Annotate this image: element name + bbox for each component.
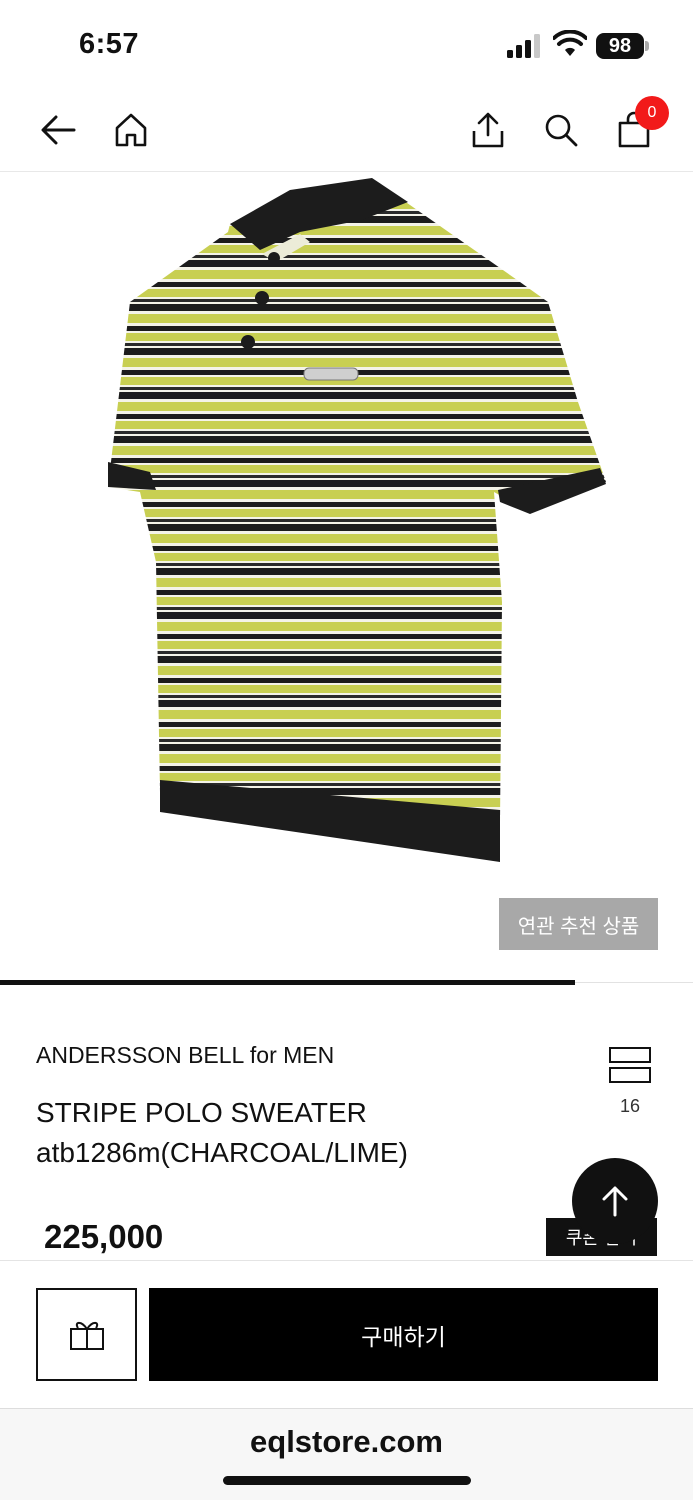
wifi-icon	[553, 30, 587, 56]
product-title: STRIPE POLO SWEATER atb1286m(CHARCOAL/LI…	[36, 1097, 408, 1168]
battery-level: 98	[608, 35, 632, 57]
home-button[interactable]	[107, 106, 155, 154]
share-icon	[472, 112, 504, 148]
buy-button[interactable]: 구매하기	[149, 1288, 658, 1381]
search-icon	[545, 114, 578, 147]
image-progress-fill	[0, 980, 575, 985]
view-toggle-button[interactable]	[604, 1046, 656, 1086]
layout-toggle-icon	[609, 1047, 651, 1083]
arrow-up-icon	[602, 1186, 628, 1217]
status-bar: 6:57 98	[0, 0, 693, 90]
signal-icon	[507, 34, 540, 58]
back-arrow-icon	[41, 115, 76, 145]
gift-button[interactable]	[36, 1288, 137, 1381]
product-photo	[108, 178, 606, 862]
brand-name[interactable]: ANDERSSON BELL for MEN	[36, 1042, 334, 1069]
battery-indicator: 98	[596, 33, 650, 59]
share-button[interactable]	[464, 106, 512, 154]
scroll-to-top-button[interactable]	[572, 1158, 658, 1244]
view-count: 16	[619, 1096, 641, 1116]
nav-header	[0, 90, 693, 172]
url-text[interactable]: eqlstore.com	[0, 1424, 693, 1460]
product-price: 225,000	[44, 1218, 164, 1255]
back-button[interactable]	[34, 106, 82, 154]
status-time: 6:57	[79, 28, 140, 60]
home-icon	[115, 113, 147, 147]
home-indicator[interactable]	[223, 1476, 471, 1485]
related-products-button[interactable]: 연관 추천 상품	[499, 898, 658, 950]
search-button[interactable]	[537, 106, 585, 154]
cart-count-badge: 0	[635, 96, 669, 130]
product-image[interactable]	[0, 172, 693, 980]
gift-icon	[69, 1321, 104, 1350]
